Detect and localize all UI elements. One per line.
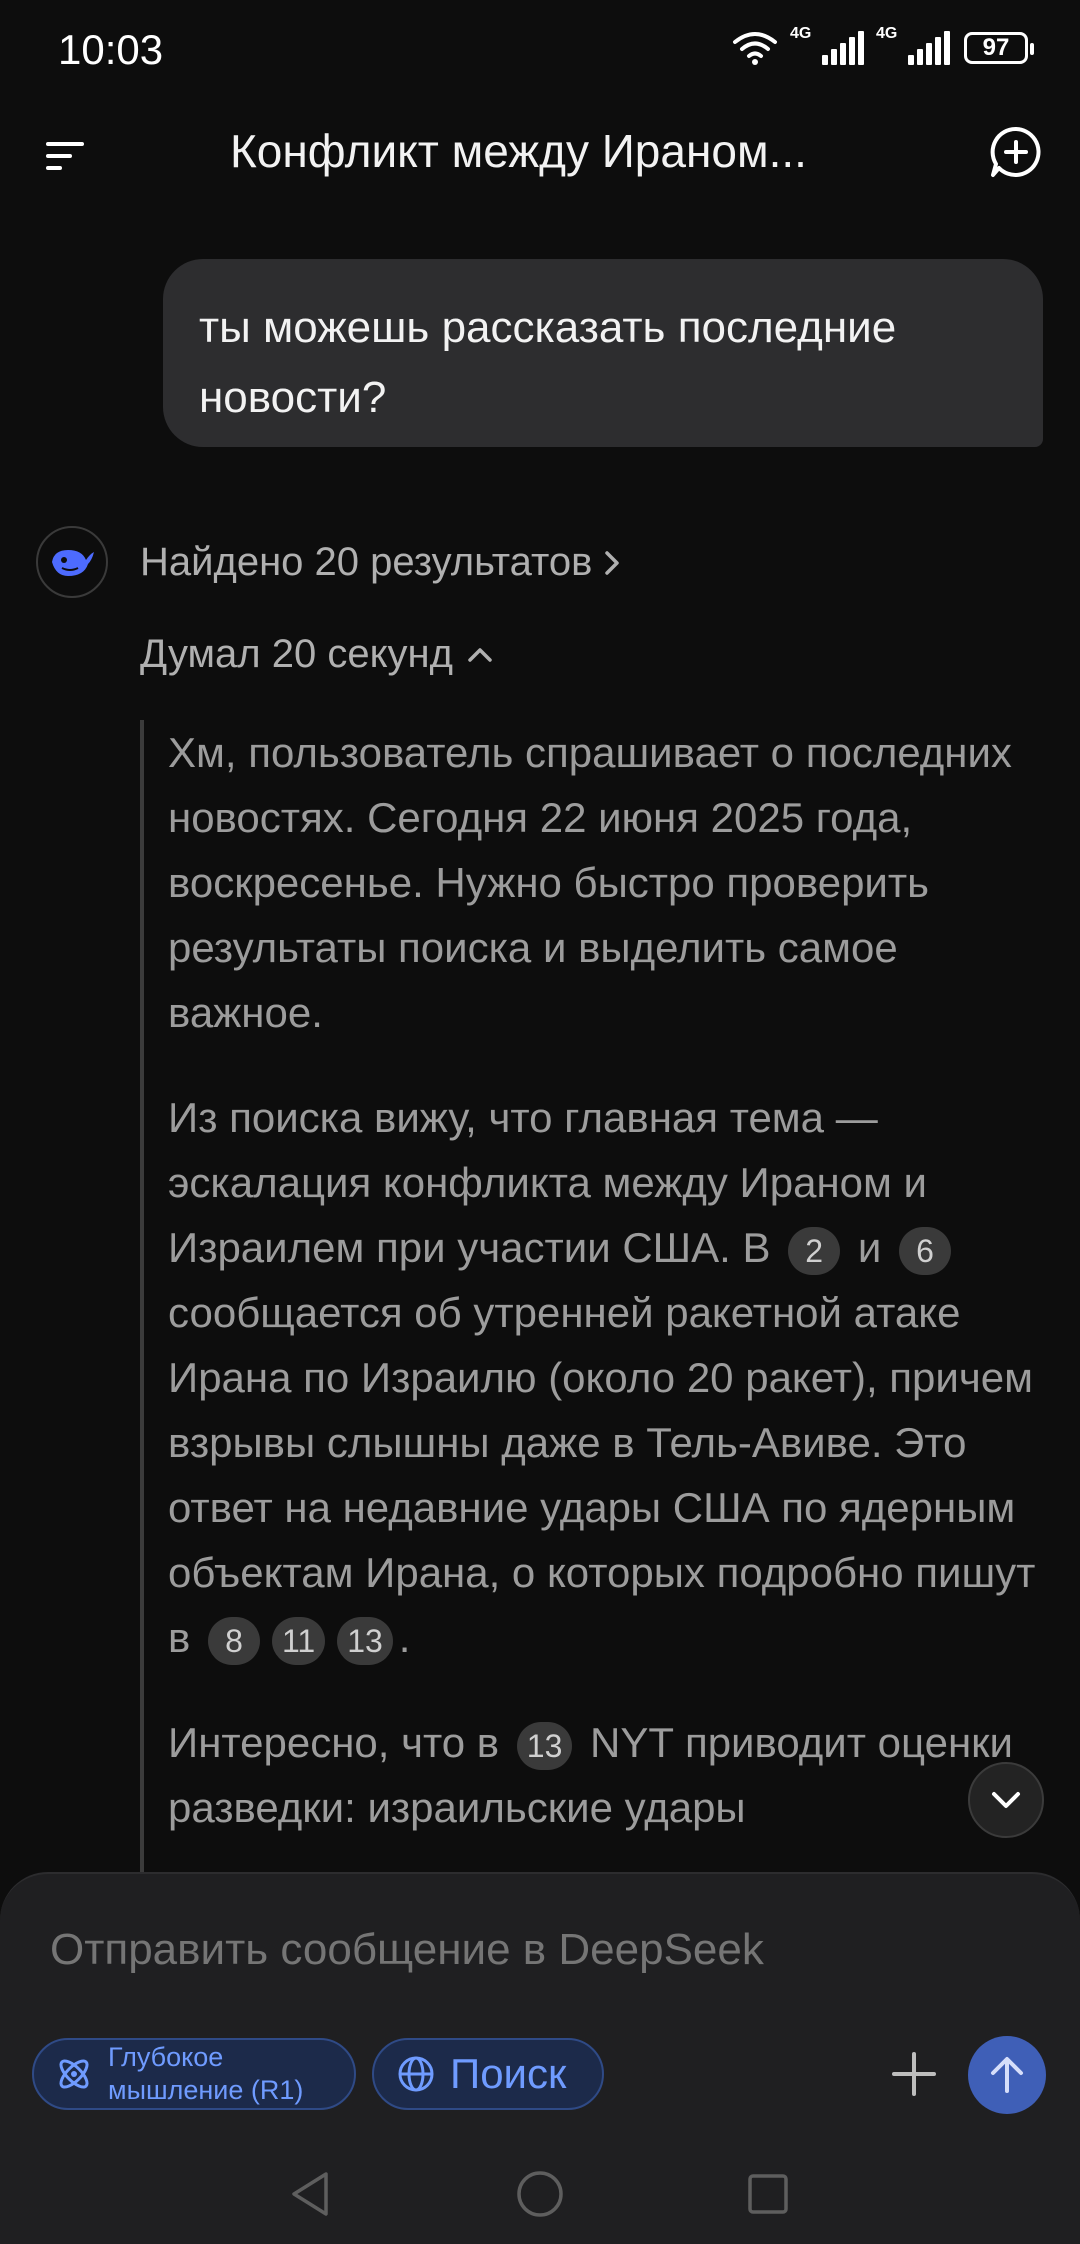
status-time: 10:03 [58, 26, 164, 73]
network-label-1: 4G [790, 25, 812, 42]
back-button[interactable] [280, 2164, 340, 2224]
search-toggle[interactable]: Поиск [372, 2038, 604, 2110]
message-input[interactable] [48, 1924, 952, 1976]
thought-text: и [857, 1224, 882, 1271]
deep-think-label: Глубокое мышление (R1) [108, 2042, 304, 2105]
chat-header: Конфликт между Ираном... [0, 110, 1080, 200]
signal-icon: 4G [790, 25, 864, 65]
thought-block: Хм, пользователь спрашивает о последних … [140, 720, 1040, 1880]
thought-text: . [398, 1614, 411, 1661]
home-circle-icon [517, 2171, 563, 2217]
search-results-label: Найдено 20 результатов [140, 540, 593, 584]
deepseek-whale-icon [36, 526, 108, 598]
attach-button[interactable] [884, 2044, 944, 2104]
thought-paragraph: Интересно, что в 13 NYT приводит оценки … [168, 1710, 1040, 1840]
thinking-label: Думал 20 секунд [140, 632, 453, 676]
deep-think-toggle[interactable]: Глубокое мышление (R1) [32, 2038, 356, 2110]
plus-icon [892, 2052, 936, 2096]
battery-level: 97 [982, 34, 1010, 61]
atom-icon [59, 2059, 89, 2089]
menu-icon[interactable] [44, 136, 88, 176]
scroll-down-button[interactable] [968, 1762, 1044, 1838]
search-results-link[interactable]: Найдено 20 результатов [140, 540, 622, 585]
status-bar: 10:03 4G 4G 97 [0, 0, 1080, 100]
thought-paragraph: Из поиска вижу, что главная тема — эскал… [168, 1085, 1040, 1670]
recents-square-icon [748, 2174, 788, 2214]
chevron-up-icon [468, 647, 492, 662]
thought-paragraph: Хм, пользователь спрашивает о последних … [168, 729, 1012, 1036]
citation-badge[interactable]: 6 [899, 1226, 952, 1275]
battery-icon: 97 [964, 32, 1034, 64]
status-icons: 4G 4G 97 [732, 25, 1034, 66]
send-button[interactable] [968, 2036, 1046, 2114]
wifi-icon [733, 32, 777, 65]
chevron-down-icon [992, 1792, 1020, 1808]
network-label-2: 4G [876, 25, 898, 42]
globe-icon [398, 2056, 434, 2092]
home-button[interactable] [510, 2164, 570, 2224]
citation-badge[interactable]: 8 [207, 1616, 260, 1665]
signal-icon: 4G [876, 25, 950, 65]
arrow-up-icon [991, 2057, 1023, 2093]
chevron-right-icon [605, 550, 620, 575]
citation-badge[interactable]: 13 [337, 1616, 393, 1665]
citation-badge[interactable]: 13 [516, 1721, 573, 1770]
system-nav-bar [0, 2150, 1080, 2244]
search-label: Поиск [450, 2050, 567, 2097]
user-message-bubble: ты можешь рассказать последние новости? [163, 259, 1043, 447]
recents-button[interactable] [738, 2164, 798, 2224]
thought-text: сообщается об утренней ракетной атаке Ир… [168, 1289, 1036, 1661]
thinking-toggle[interactable]: Думал 20 секунд [140, 632, 495, 677]
thought-text: Интересно, что в [168, 1719, 500, 1766]
citation-badge[interactable]: 11 [271, 1616, 326, 1665]
new-chat-icon[interactable] [988, 124, 1044, 180]
citation-badge[interactable]: 2 [788, 1226, 841, 1275]
back-triangle-icon [292, 2172, 328, 2216]
chat-title: Конфликт между Ираном... [230, 125, 807, 177]
